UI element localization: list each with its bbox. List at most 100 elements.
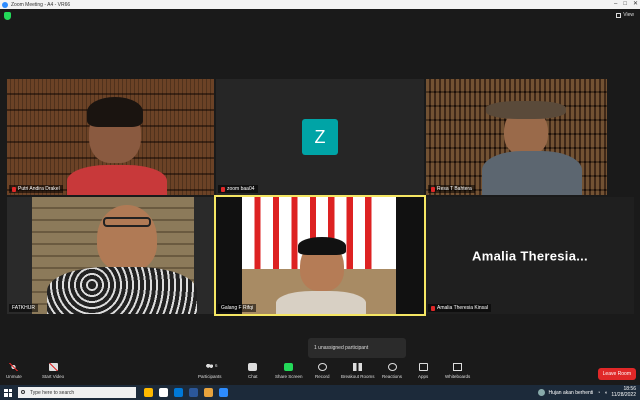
breakout-rooms-label: Breakout Rooms: [341, 374, 375, 379]
reactions-icon: [387, 363, 397, 371]
video-gallery: Putri Andira Drakel Z zoom baa04 Resa T …: [0, 23, 640, 360]
zoom-taskbar-icon[interactable]: [219, 388, 228, 397]
mic-muted-icon: [431, 186, 435, 192]
pinned-apps: [144, 388, 228, 397]
participant-tile-active[interactable]: Galang F Rifqi: [214, 195, 426, 316]
participant-tile[interactable]: Resa T Bahtera: [426, 79, 607, 195]
participant-shirt: [47, 267, 197, 314]
volume-icon[interactable]: ◖: [604, 390, 607, 396]
clock-date: 11/28/2022: [611, 391, 636, 398]
leave-room-button[interactable]: Leave Room: [597, 368, 636, 380]
unmute-button[interactable]: Unmute: [6, 363, 22, 379]
mic-muted-icon: [12, 186, 16, 192]
apps-button[interactable]: Apps: [418, 363, 428, 379]
participant-hair: [298, 237, 346, 255]
start-video-label: Start Video: [42, 374, 65, 379]
file-explorer-icon[interactable]: [144, 388, 153, 397]
whiteboard-icon: [453, 363, 463, 371]
chat-button[interactable]: Chat: [248, 363, 258, 379]
participant-name: Galang F Rifqi: [221, 305, 253, 311]
participant-arm: [486, 101, 566, 119]
reactions-button[interactable]: Reactions: [382, 363, 402, 379]
grid-view-icon: [616, 12, 622, 18]
share-screen-label: Share Screen: [275, 374, 303, 379]
participant-avatar: Z: [302, 119, 338, 155]
chrome-icon[interactable]: [204, 388, 213, 397]
unmute-label: Unmute: [6, 374, 22, 379]
participant-name-tag: Resa T Bahtera: [428, 185, 475, 193]
apps-icon: [418, 363, 428, 371]
zoom-logo-icon: [2, 1, 8, 8]
security-shield-icon[interactable]: [4, 12, 11, 20]
mic-muted-icon: [431, 305, 435, 311]
apps-label: Apps: [418, 374, 429, 379]
participant-tile[interactable]: Z zoom baa04: [216, 79, 424, 195]
search-placeholder: Type here to search: [30, 389, 75, 396]
mic-off-icon: [9, 363, 19, 371]
breakout-rooms-icon: [353, 363, 363, 371]
participant-name: Amalia Theresia Kinsal: [437, 305, 489, 311]
search-icon: [21, 390, 25, 394]
weather-text[interactable]: Hujan akan berhenti: [549, 390, 594, 396]
minimize-icon[interactable]: –: [614, 0, 617, 9]
participant-tile[interactable]: Putri Andira Drakel: [7, 79, 214, 195]
clock[interactable]: 18:56 11/28/2022: [611, 386, 636, 398]
participants-icon: [205, 363, 215, 371]
mic-muted-icon: [221, 186, 225, 192]
participant-shirt: [482, 151, 582, 195]
share-screen-icon: [284, 363, 294, 371]
participant-name-tag: Putri Andira Drakel: [9, 185, 63, 193]
whiteboards-button[interactable]: Whiteboards: [445, 363, 470, 379]
video-off-icon: [48, 363, 58, 371]
participant-tile[interactable]: FATKHUR: [7, 197, 214, 314]
system-tray: Hujan akan berhenti ◔ ◖ 18:56 11/28/2022: [537, 385, 636, 400]
participant-name: Resa T Bahtera: [437, 186, 472, 192]
participants-text: Participants: [198, 374, 222, 379]
participant-name: zoom baa04: [227, 186, 255, 192]
start-video-button[interactable]: Start Video: [42, 363, 64, 379]
taskbar-search-input[interactable]: Type here to search: [18, 387, 136, 398]
weather-icon[interactable]: [537, 389, 545, 396]
participant-tile[interactable]: Amalia Theresia... Amalia Theresia Kinsa…: [426, 197, 634, 314]
participant-name-tag: FATKHUR: [9, 304, 38, 312]
view-label: View: [623, 12, 634, 18]
participant-name-tag: Galang F Rifqi: [218, 304, 256, 312]
wifi-icon[interactable]: ◔: [597, 390, 600, 396]
chat-icon: [248, 363, 258, 371]
glasses-icon: [103, 217, 151, 227]
share-screen-button[interactable]: Share Screen: [275, 363, 303, 379]
reactions-label: Reactions: [382, 374, 403, 379]
participants-label: Participants: [198, 374, 222, 379]
window-controls: – □ ✕: [614, 0, 638, 9]
edge-icon[interactable]: [174, 388, 183, 397]
participant-name: Putri Andira Drakel: [18, 186, 60, 192]
window-title: Zoom Meeting - A4 - VR66: [11, 1, 71, 8]
record-label: Record: [315, 374, 330, 379]
meeting-topbar: View: [0, 9, 640, 23]
meeting-toolbar: Unmute Start Video Participants 6 Chat S…: [0, 360, 640, 385]
participants-count: 6: [215, 363, 218, 368]
participant-name-tag: zoom baa04: [218, 185, 258, 193]
participant-display-name: Amalia Theresia...: [472, 248, 588, 263]
view-button[interactable]: View: [616, 12, 634, 18]
participant-name: FATKHUR: [12, 305, 35, 311]
record-icon: [317, 363, 327, 371]
task-view-icon[interactable]: [159, 388, 168, 397]
close-icon[interactable]: ✕: [633, 0, 638, 9]
participant-shirt: [67, 165, 167, 195]
windows-start-icon[interactable]: [4, 388, 12, 397]
word-icon[interactable]: [189, 388, 198, 397]
windows-taskbar: Type here to search Hujan akan berhenti …: [0, 385, 640, 400]
participants-button[interactable]: Participants 6: [198, 363, 222, 379]
participant-face: [97, 205, 157, 271]
participant-name-tag: Amalia Theresia Kinsal: [428, 304, 492, 312]
breakout-rooms-button[interactable]: Breakout Rooms: [341, 363, 375, 379]
participant-shirt: [276, 291, 366, 314]
chat-label: Chat: [248, 374, 258, 379]
record-button[interactable]: Record: [315, 363, 330, 379]
window-titlebar: Zoom Meeting - A4 - VR66 – □ ✕: [0, 0, 640, 9]
unassigned-participant-toast[interactable]: 1 unassigned participant: [308, 338, 406, 358]
toast-text: 1 unassigned participant: [314, 345, 369, 351]
maximize-icon[interactable]: □: [623, 0, 627, 9]
whiteboards-label: Whiteboards: [445, 374, 471, 379]
